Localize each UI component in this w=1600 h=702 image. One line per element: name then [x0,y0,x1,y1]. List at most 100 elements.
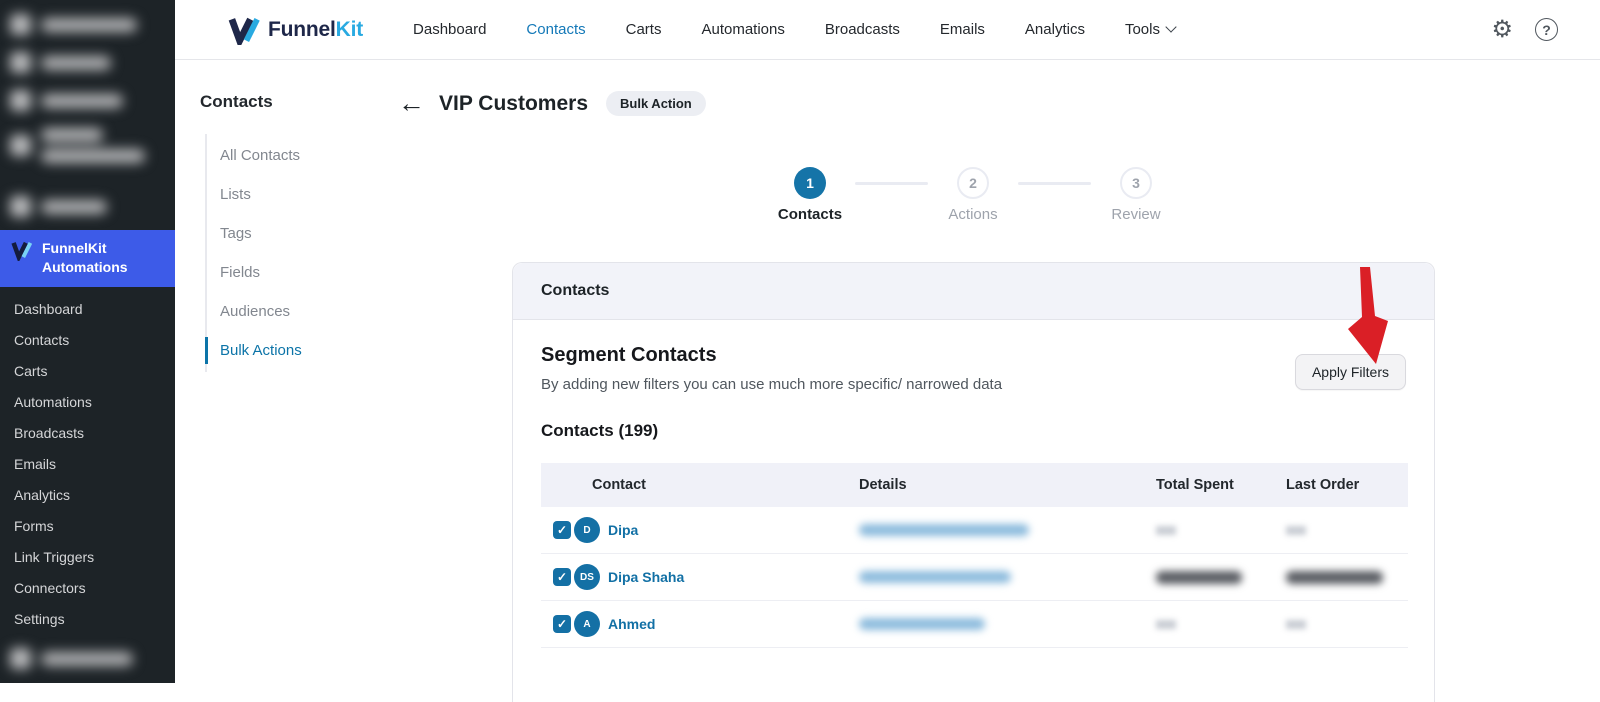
redacted-contact-details [859,524,1029,536]
help-icon[interactable]: ? [1535,18,1558,41]
gear-icon[interactable]: ⚙ [1491,17,1513,42]
checkmark-icon: ✓ [556,523,568,537]
sidebar-item-dashboard[interactable]: Dashboard [0,294,175,325]
step-label: Review [1111,206,1161,223]
redacted-wp-menu-item [10,14,137,35]
sidebar-item-lists[interactable]: Lists [207,175,390,214]
avatar: D [574,517,600,543]
step-connector [1018,182,1091,185]
sidebar-item-automations[interactable]: Automations [0,387,175,418]
wp-admin-sidebar: FunnelKit Automations Dashboard Contacts… [0,0,175,683]
redacted-last-order [1286,525,1306,535]
column-header-last-order: Last Order [1286,477,1360,493]
contact-name-link[interactable]: Dipa Shaha [608,569,684,585]
step-contacts[interactable]: 1 Contacts [765,167,855,223]
nav-broadcasts[interactable]: Broadcasts [825,21,900,38]
sidebar-item-label: FunnelKit Automations [42,240,128,275]
funnelkit-logo-mark [228,17,260,45]
redacted-wp-menu-item [10,90,123,111]
contacts-count-title: Contacts (199) [541,421,659,440]
funnelkit-logo-mark [11,241,33,261]
sidebar-item-analytics[interactable]: Analytics [0,480,175,511]
redacted-last-order [1286,619,1306,629]
step-review[interactable]: 3 Review [1091,167,1181,223]
contact-name-link[interactable]: Dipa [608,522,638,538]
contact-name-link[interactable]: Ahmed [608,616,655,632]
table-row[interactable]: ✓ DS Dipa Shaha [541,554,1408,601]
nav-utilities: ⚙ ? [1491,17,1600,42]
sidebar-item-tags[interactable]: Tags [207,214,390,253]
card-body: Segment Contacts By adding new filters y… [513,320,1434,648]
segment-text: Segment Contacts By adding new filters y… [541,344,1002,393]
funnelkit-brand: FunnelKit [228,15,363,45]
apply-filters-button[interactable]: Apply Filters [1294,354,1406,390]
contacts-table: Contact Details Total Spent Last Order ✓… [541,463,1408,648]
segment-title: Segment Contacts [541,344,717,366]
brand-wordmark: FunnelKit [268,17,364,41]
redacted-last-order [1286,570,1383,584]
table-row[interactable]: ✓ D Dipa [541,507,1408,554]
table-header-row: Contact Details Total Spent Last Order [541,463,1408,507]
contacts-sidebar-title: Contacts [200,92,273,111]
sidebar-item-settings[interactable]: Settings [0,604,175,635]
sidebar-item-forms[interactable]: Forms [0,511,175,542]
primary-nav: Dashboard Contacts Carts Automations Bro… [413,21,1177,38]
checkmark-icon: ✓ [556,570,568,584]
nav-carts[interactable]: Carts [626,21,662,38]
sidebar-item-broadcasts[interactable]: Broadcasts [0,418,175,449]
sidebar-item-emails[interactable]: Emails [0,449,175,480]
card-header-title: Contacts [541,282,610,299]
step-actions[interactable]: 2 Actions [928,167,1018,223]
sidebar-item-audiences[interactable]: Audiences [207,292,390,331]
page-title: VIP Customers [439,91,588,115]
segment-header-row: Segment Contacts By adding new filters y… [541,344,1406,393]
nav-automations[interactable]: Automations [701,21,784,38]
contacts-card: Contacts Segment Contacts By adding new … [512,262,1435,702]
sidebar-item-link-triggers[interactable]: Link Triggers [0,542,175,573]
row-checkbox[interactable]: ✓ [553,615,571,633]
step-label: Contacts [777,206,843,223]
chevron-down-icon [1165,21,1177,33]
avatar: DS [574,564,600,590]
sidebar-item-carts[interactable]: Carts [0,356,175,387]
sidebar-item-all-contacts[interactable]: All Contacts [207,136,390,175]
redacted-wp-menu-item [10,128,145,163]
redacted-contact-details [859,571,1011,583]
contacts-sidebar: Contacts All Contacts Lists Tags Fields … [175,60,390,372]
page-header: ← VIP Customers Bulk Action [398,90,706,117]
main-content: ← VIP Customers Bulk Action 1 Contacts 2… [390,60,1600,702]
top-navigation-bar: FunnelKit Dashboard Contacts Carts Autom… [175,0,1600,60]
card-header: Contacts [513,263,1434,320]
nav-dashboard[interactable]: Dashboard [413,21,486,38]
checkmark-icon: ✓ [556,617,568,631]
step-label: Actions [948,206,998,223]
sidebar-item-connectors[interactable]: Connectors [0,573,175,604]
avatar: A [574,611,600,637]
nav-analytics[interactable]: Analytics [1025,21,1085,38]
row-checkbox[interactable]: ✓ [553,521,571,539]
step-number: 1 [794,167,826,199]
redacted-contact-details [859,618,985,630]
nav-contacts[interactable]: Contacts [526,21,585,38]
back-arrow-icon[interactable]: ← [398,90,425,117]
redacted-total-spent [1156,570,1242,584]
sidebar-item-contacts[interactable]: Contacts [0,325,175,356]
redacted-total-spent [1156,619,1176,629]
column-header-total-spent: Total Spent [1156,477,1234,493]
nav-tools[interactable]: Tools [1125,21,1177,38]
wizard-stepper: 1 Contacts 2 Actions 3 Review [765,167,1181,223]
sidebar-item-funnelkit-automations[interactable]: FunnelKit Automations [0,230,175,287]
redacted-total-spent [1156,525,1176,535]
nav-emails[interactable]: Emails [940,21,985,38]
sidebar-item-fields[interactable]: Fields [207,253,390,292]
redacted-wp-menu-item [10,196,107,217]
bulk-action-badge: Bulk Action [606,91,706,116]
sidebar-item-bulk-actions[interactable]: Bulk Actions [205,331,390,370]
table-row[interactable]: ✓ A Ahmed [541,601,1408,648]
column-header-contact: Contact [592,477,646,493]
step-number: 2 [957,167,989,199]
step-connector [855,182,928,185]
row-checkbox[interactable]: ✓ [553,568,571,586]
segment-subtitle: By adding new filters you can use much m… [541,376,1003,393]
redacted-wp-menu-item [10,52,111,73]
